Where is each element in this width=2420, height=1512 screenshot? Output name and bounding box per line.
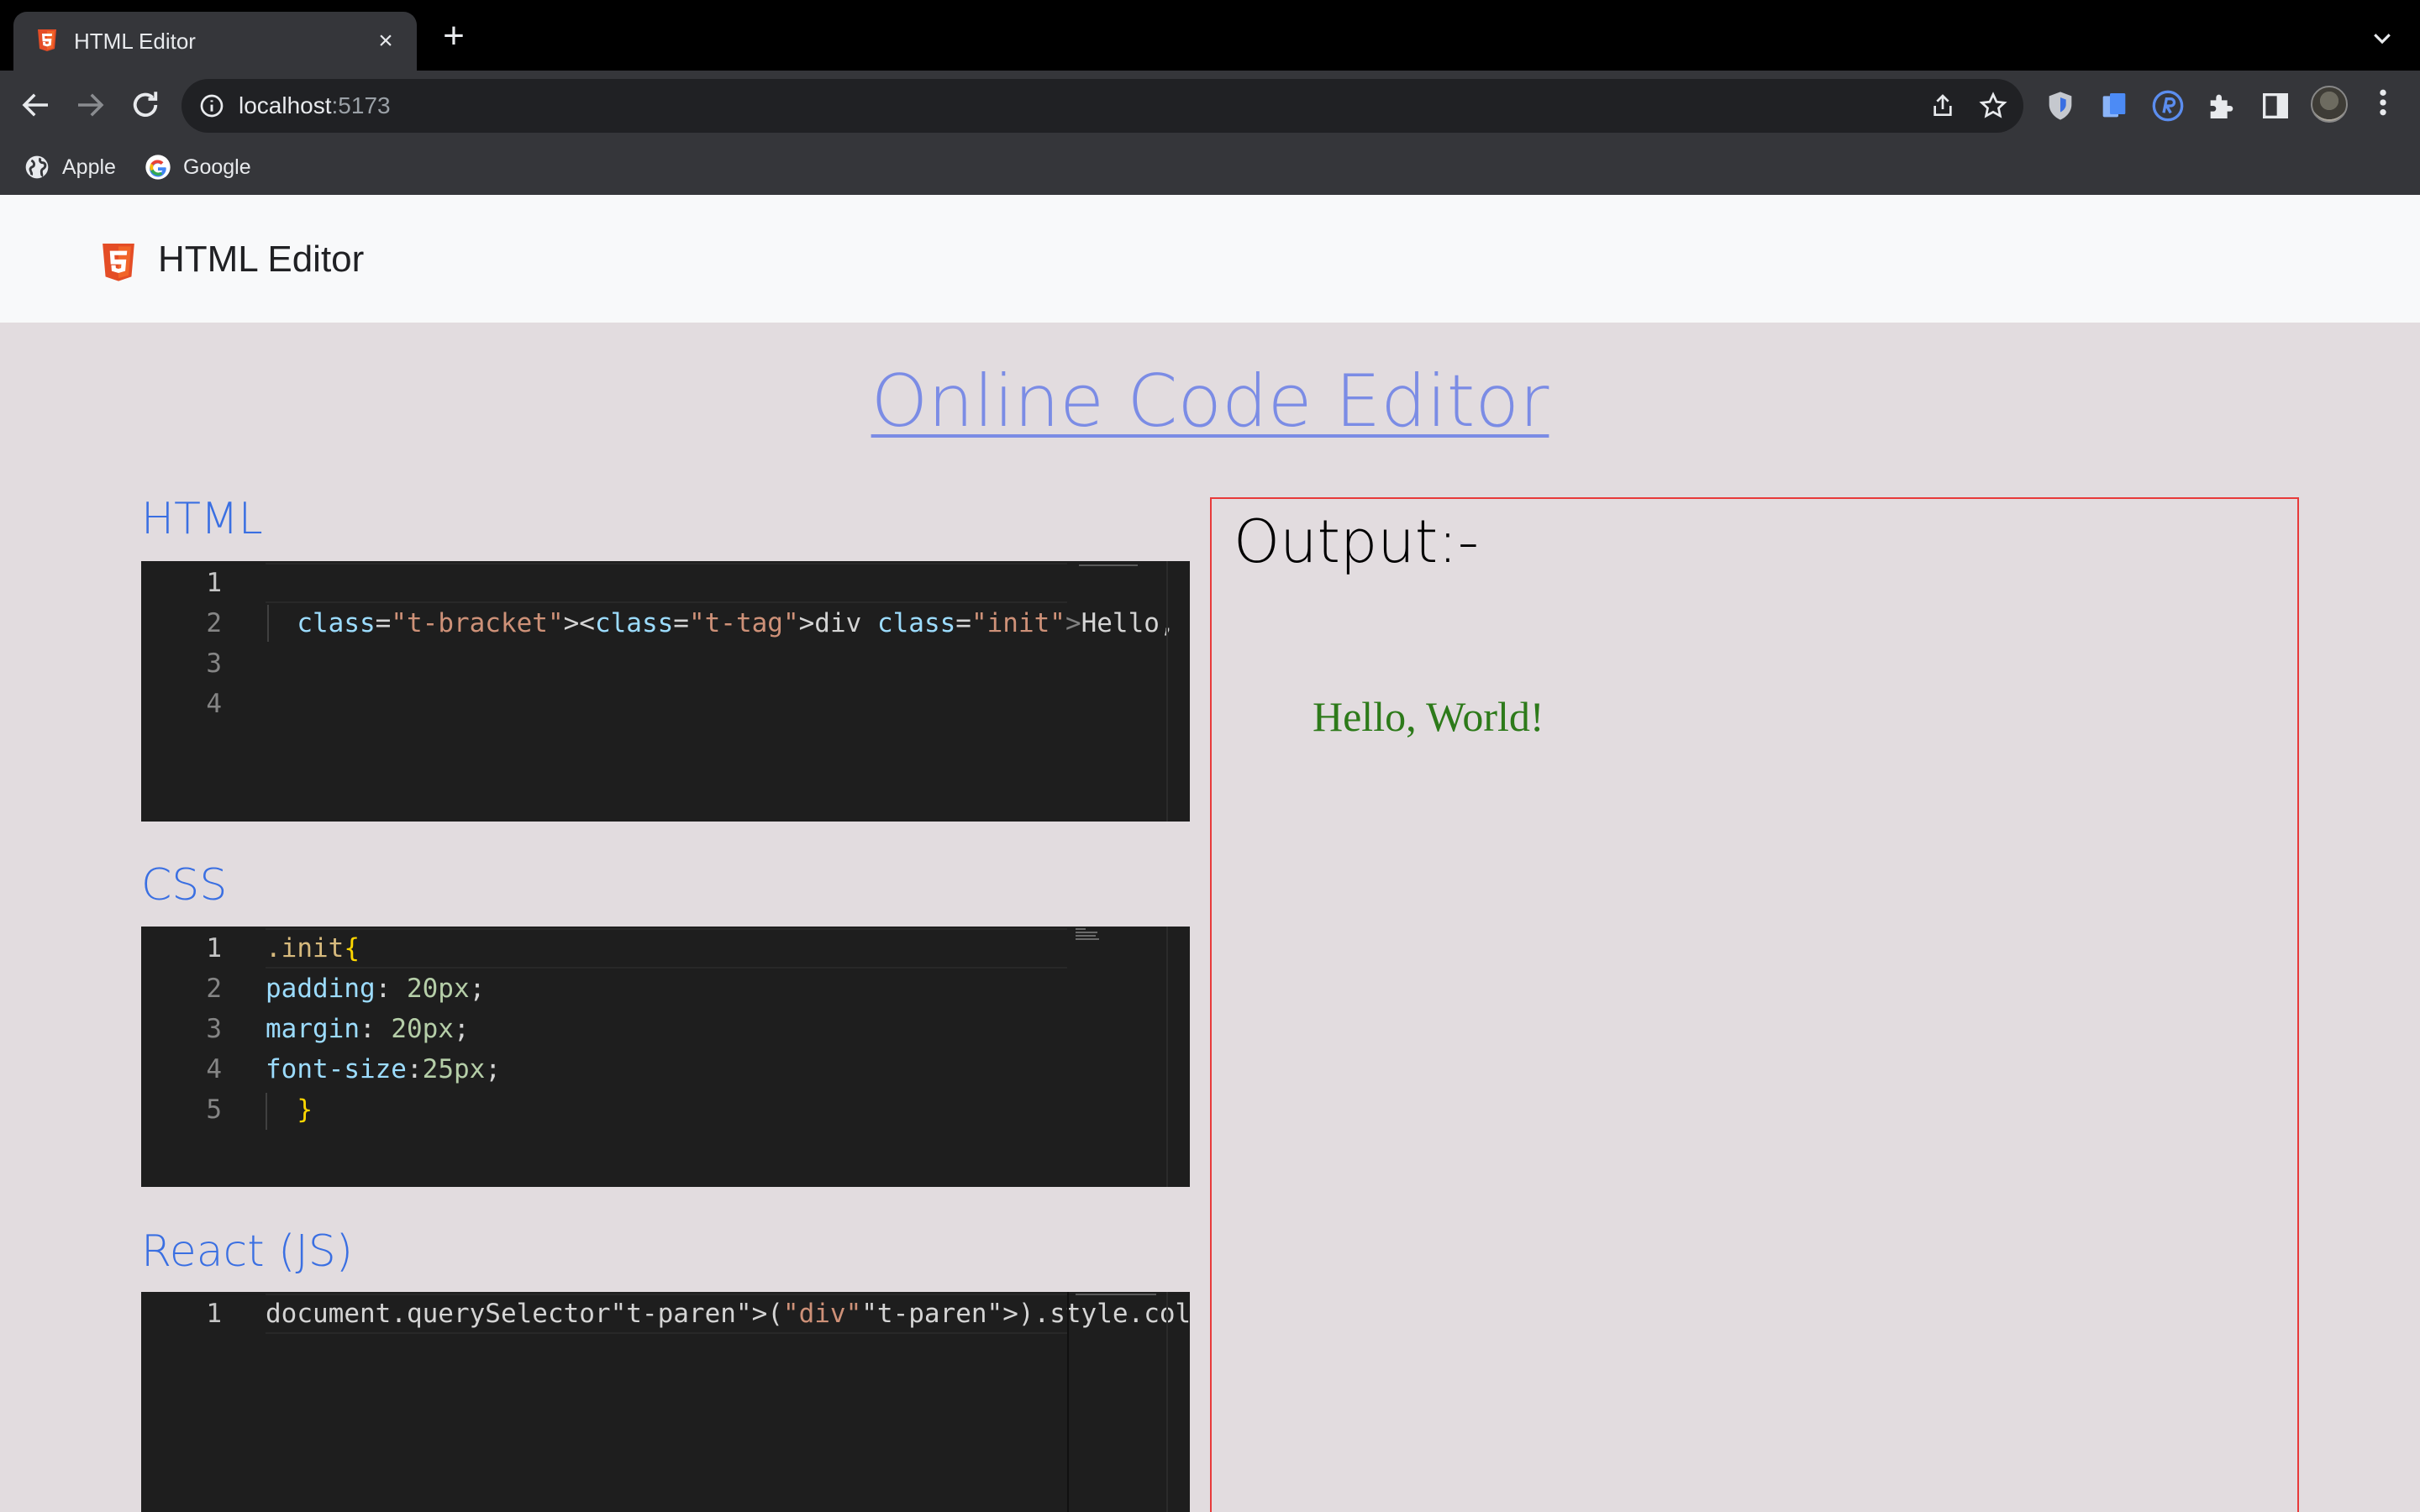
line-number: 1: [206, 568, 222, 598]
bookmark-label: Google: [183, 155, 251, 179]
shield-extension-icon[interactable]: [2044, 89, 2077, 123]
line-number: 2: [206, 608, 222, 638]
bookmark-star-icon[interactable]: [1978, 91, 2008, 121]
code-text: font-size:25px;: [266, 1054, 501, 1084]
html5-logo-icon: [103, 244, 134, 281]
js-section-label: React (JS): [141, 1226, 354, 1277]
code-line[interactable]: 3 margin: 20px;: [141, 1009, 1067, 1049]
app-navbar: HTML Editor: [0, 195, 2420, 323]
r-extension-icon[interactable]: [2151, 89, 2185, 123]
minimap[interactable]: [1067, 1292, 1166, 1512]
code-text: padding: 20px;: [266, 974, 486, 1004]
line-number: 2: [206, 974, 222, 1004]
url-port: :5173: [331, 92, 391, 118]
code-text: .init{: [266, 933, 360, 963]
code-text: margin: 20px;: [266, 1014, 470, 1044]
code-line[interactable]: 1: [141, 563, 1067, 603]
back-arrow-icon[interactable]: [18, 87, 54, 123]
tab-strip: HTML Editor × +: [0, 0, 2420, 71]
output-panel: Output:- Hello, World!: [1210, 497, 2299, 1512]
line-number: 4: [206, 1054, 222, 1084]
files-extension-icon[interactable]: [2097, 89, 2131, 123]
vertical-scrollbar[interactable]: [1166, 561, 1190, 822]
tab-close-button[interactable]: ×: [371, 27, 400, 55]
bookmark-label: Apple: [62, 155, 116, 179]
globe-icon: [25, 155, 49, 179]
browser-toolbar: localhost:5173: [0, 71, 2420, 139]
url-host: localhost: [239, 92, 332, 118]
line-number: 4: [206, 689, 222, 719]
html5-favicon-icon: [38, 29, 56, 51]
url-text[interactable]: localhost:5173: [239, 92, 391, 119]
line-number: 1: [206, 1299, 222, 1329]
html-section-label: HTML: [141, 494, 263, 544]
vertical-scrollbar[interactable]: [1166, 927, 1190, 1187]
output-rendered-text: Hello, World!: [1313, 693, 1544, 740]
js-code-editor[interactable]: 1 document.querySelector"t-paren">("div"…: [141, 1292, 1190, 1512]
css-code-editor[interactable]: 1 .init{ 2 padding: 20px; 3 margin: 20px…: [141, 927, 1190, 1187]
line-number: 3: [206, 648, 222, 679]
css-section-label: CSS: [141, 860, 228, 911]
more-menu-icon[interactable]: [2375, 86, 2391, 119]
tab-title: HTML Editor: [74, 28, 196, 54]
code-text: class="t-bracket"><class="t-tag">div cla…: [297, 608, 1176, 638]
reload-icon[interactable]: [128, 87, 163, 123]
line-number: 3: [206, 1014, 222, 1044]
vertical-scrollbar[interactable]: [1166, 1292, 1190, 1512]
page-heading[interactable]: Online Code Editor: [0, 360, 2420, 444]
side-panel-icon[interactable]: [2259, 89, 2292, 123]
browser-tab[interactable]: HTML Editor ×: [13, 12, 417, 71]
code-text: }: [297, 1095, 313, 1125]
output-title: Output:-: [1234, 507, 1479, 576]
code-line[interactable]: 1 document.querySelector"t-paren">("div"…: [141, 1294, 1190, 1334]
site-info-icon[interactable]: [198, 92, 225, 119]
bookmarks-bar: Apple Google: [0, 139, 2420, 195]
profile-avatar[interactable]: [2311, 86, 2348, 123]
code-text: document.querySelector"t-paren">("div""t…: [266, 1299, 1190, 1329]
chevron-down-icon[interactable]: [2370, 25, 2395, 50]
line-number: 1: [206, 933, 222, 963]
code-line[interactable]: 2 class="t-bracket"><class="t-tag">div c…: [141, 603, 1175, 643]
code-line[interactable]: 5 }: [141, 1089, 1067, 1130]
line-number: 5: [206, 1095, 222, 1125]
address-bar[interactable]: localhost:5173: [182, 79, 2023, 133]
code-line[interactable]: 4 font-size:25px;: [141, 1049, 1067, 1089]
bookmark-google[interactable]: Google: [145, 153, 251, 181]
puzzle-extensions-icon[interactable]: [2205, 89, 2238, 123]
new-tab-button[interactable]: +: [437, 18, 471, 55]
code-line[interactable]: 4: [141, 684, 1067, 724]
html-code-editor[interactable]: 1 2 class="t-bracket"><class="t-tag">div…: [141, 561, 1190, 822]
code-line[interactable]: 1 .init{: [141, 928, 1067, 969]
code-line[interactable]: 2 padding: 20px;: [141, 969, 1067, 1009]
minimap[interactable]: [1067, 561, 1166, 822]
minimap[interactable]: [1067, 927, 1166, 1187]
google-icon: [145, 155, 171, 180]
app-title[interactable]: HTML Editor: [158, 239, 364, 281]
bookmark-apple[interactable]: Apple: [24, 153, 116, 181]
forward-arrow-icon[interactable]: [72, 87, 108, 123]
share-icon[interactable]: [1929, 92, 1956, 119]
code-line[interactable]: 3: [141, 643, 1067, 684]
